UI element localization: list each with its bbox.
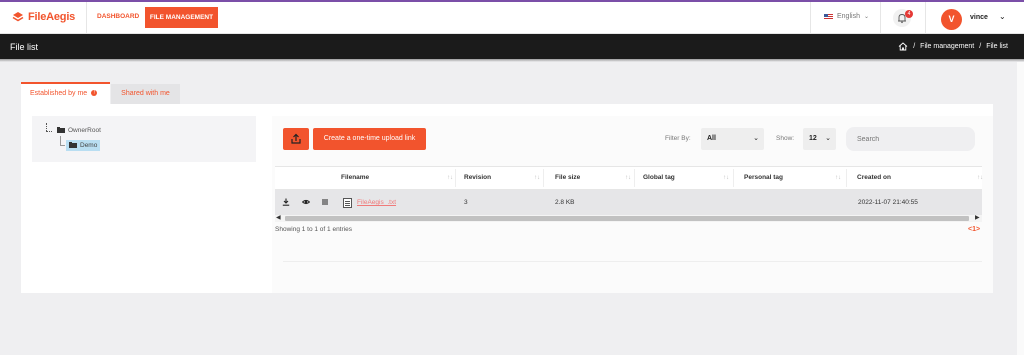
upload-button[interactable] [283,128,309,150]
nav-dashboard-link[interactable]: DASHBOARD [97,13,139,20]
user-menu-chevron-icon[interactable]: ⌄ [999,12,1006,21]
tab-label: Established by me [30,90,88,97]
download-icon[interactable] [282,198,290,206]
tab-established-by-me[interactable]: Established by me ! [21,82,110,104]
tree-node-demo[interactable]: Demo [66,140,100,151]
tree-connector [46,131,52,132]
show-label: Show: [776,135,795,142]
revision-cell: 3 [464,199,468,206]
text-file-icon [343,198,352,208]
scroll-right-arrow-icon[interactable]: ▶ [975,214,980,221]
folder-icon [69,142,77,148]
app-logo[interactable]: FileAegis [12,11,75,23]
chevron-down-icon: ⌄ [863,14,869,20]
filter-by-label: Filter By: [665,135,691,142]
filter-by-select[interactable]: All ⌄ [701,128,764,150]
breadcrumb: / File management / File list [898,42,1008,51]
column-header-global-tag[interactable]: Global tag [643,167,675,189]
column-header-created-on[interactable]: Created on [857,167,891,189]
table-info-text: Showing 1 to 1 of 1 entries [275,226,352,233]
column-header-filename[interactable]: Filename [341,167,369,189]
breadcrumb-file-management[interactable]: File management [920,43,974,50]
scrollbar-thumb[interactable] [285,216,969,221]
breadcrumb-separator: / [913,43,916,50]
sort-icon[interactable]: ↑↓ [625,167,631,189]
notification-count-badge: 4 [905,10,913,18]
eye-icon[interactable] [302,198,310,206]
divider [283,261,982,262]
tree-connector [60,145,65,146]
chevron-down-icon: ⌄ [753,135,759,142]
username-label[interactable]: vince [970,14,988,21]
nav-divider [925,2,926,34]
page-title-bar: File list / File management / File list [0,34,1024,59]
us-flag-icon [824,13,833,20]
table-header: Filename ↑↓ Revision ↑↓ File size ↑↓ Glo… [275,166,983,190]
chevron-down-icon: ⌄ [825,135,831,142]
logo-text: FileAegis [28,11,76,23]
page-scrollbar[interactable] [1017,62,1024,355]
tab-shared-with-me[interactable]: Shared with me [111,84,180,104]
search-input[interactable] [846,127,975,151]
create-upload-link-button[interactable]: Create a one-time upload link [313,128,426,150]
file-size-cell: 2.8 KB [555,199,575,206]
column-separator [455,169,456,187]
breadcrumb-file-list: File list [986,43,1008,50]
column-separator [846,169,847,187]
table-row: FileAegis_.txt 3 2.8 KB 2022-11-07 21:40… [275,190,982,215]
tree-node-label: OwnerRoot [68,127,101,134]
user-avatar[interactable]: V [941,9,962,30]
column-separator [733,169,734,187]
tree-node-ownerroot[interactable]: OwnerRoot [57,127,101,134]
sort-icon[interactable]: ↑↓ [977,167,983,189]
breadcrumb-separator: / [979,43,982,50]
nav-file-management-link[interactable]: FILE MANAGEMENT [145,7,218,28]
language-selector[interactable]: English ⌄ [824,13,869,20]
nav-divider [810,2,811,34]
created-on-cell: 2022-11-07 21:40:55 [858,199,918,206]
folder-tree [32,116,256,162]
show-value: 12 [809,135,817,142]
nav-divider [86,2,87,34]
filter-value: All [707,135,716,142]
top-navbar: FileAegis DASHBOARD FILE MANAGEMENT Engl… [0,2,1024,34]
title-bar-shadow [0,59,1024,62]
tree-connector [60,136,61,145]
sort-icon[interactable]: ↑↓ [447,167,453,189]
sort-icon[interactable]: ↑↓ [534,167,540,189]
sort-icon[interactable]: ↑↓ [723,167,729,189]
column-header-file-size[interactable]: File size [555,167,580,189]
language-label: English [837,13,860,20]
upload-icon [291,133,301,144]
filename-link[interactable]: FileAegis_.txt [357,190,396,215]
folder-icon [57,127,65,133]
show-count-select[interactable]: 12 ⌄ [803,128,836,150]
tree-connector [46,123,47,131]
menu-icon[interactable] [321,198,329,206]
page-title: File list [10,42,39,52]
home-icon[interactable] [898,42,908,51]
column-header-revision[interactable]: Revision [464,167,491,189]
info-badge-icon: ! [91,90,98,97]
pagination[interactable]: <1> [968,226,980,233]
fileaegis-logo-icon [12,12,24,22]
column-separator [543,169,544,187]
column-header-personal-tag[interactable]: Personal tag [744,167,783,189]
sort-icon[interactable]: ↑↓ [835,167,841,189]
tree-node-label: Demo [80,142,98,149]
nav-divider [880,2,881,34]
scroll-left-arrow-icon[interactable]: ◀ [276,214,281,221]
column-separator [634,169,635,187]
